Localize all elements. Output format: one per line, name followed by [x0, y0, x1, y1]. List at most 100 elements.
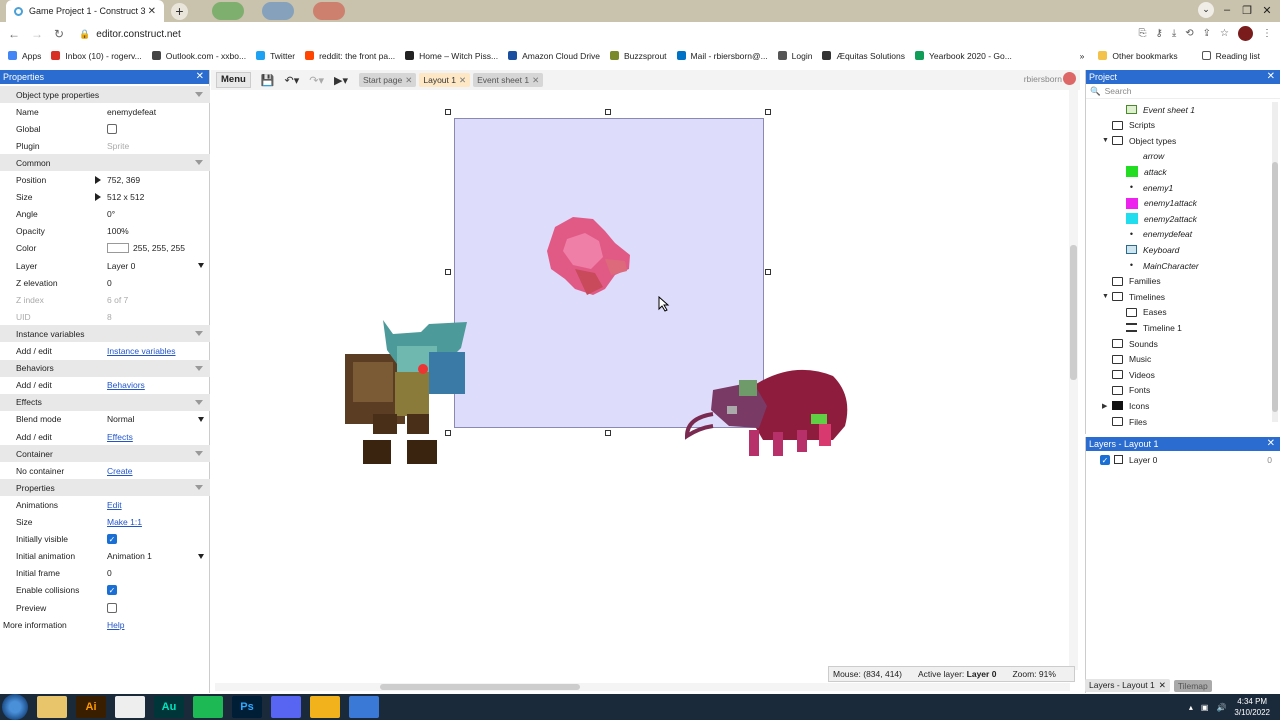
- property-value[interactable]: Sprite: [107, 141, 129, 151]
- property-section[interactable]: Object type properties: [0, 86, 210, 103]
- property-value[interactable]: 752, 369: [95, 175, 140, 185]
- bookmark-item[interactable]: Buzzsprout: [610, 51, 667, 61]
- property-value[interactable]: 100%: [107, 226, 129, 236]
- property-section[interactable]: Behaviors: [0, 359, 210, 377]
- back-icon[interactable]: ←: [8, 27, 20, 41]
- user-avatar[interactable]: [1063, 72, 1076, 85]
- property-value[interactable]: 0: [107, 568, 112, 578]
- project-item[interactable]: • enemy1: [1116, 180, 1173, 195]
- close-window-icon[interactable]: ✕: [1260, 4, 1274, 17]
- project-item[interactable]: Timeline 1: [1116, 320, 1182, 335]
- share-page-icon[interactable]: ⇪: [1203, 28, 1211, 39]
- resize-handle[interactable]: [765, 109, 771, 115]
- property-value[interactable]: 6 of 7: [107, 295, 128, 305]
- share-icon[interactable]: ⎘: [1139, 28, 1147, 39]
- maximize-icon[interactable]: ❐: [1240, 4, 1254, 17]
- spotify-icon[interactable]: [193, 696, 223, 718]
- resize-handle[interactable]: [445, 269, 451, 275]
- key-icon[interactable]: ⚷: [1156, 28, 1163, 39]
- reload-icon[interactable]: ↻: [54, 27, 64, 41]
- vertical-scroll-thumb[interactable]: [1070, 245, 1077, 380]
- construct-icon[interactable]: [310, 696, 340, 718]
- property-link[interactable]: Instance variables: [107, 346, 176, 356]
- property-value[interactable]: Create: [107, 466, 133, 476]
- bottom-panel-tab[interactable]: Tilemap: [1173, 679, 1212, 692]
- browser-tab-active[interactable]: Game Project 1 - Construct 3 ✕: [6, 0, 164, 22]
- browser-menu-icon[interactable]: ⋮: [1262, 28, 1272, 39]
- project-item[interactable]: • enemydefeat: [1116, 227, 1192, 242]
- editor-tab[interactable]: Layout 1 ✕: [419, 73, 471, 87]
- network-icon[interactable]: ▣: [1201, 703, 1209, 712]
- project-item[interactable]: Fonts: [1102, 383, 1150, 398]
- file-explorer-icon[interactable]: [37, 696, 67, 718]
- checkbox[interactable]: [107, 123, 117, 134]
- property-value[interactable]: Edit: [107, 500, 122, 510]
- color-swatch[interactable]: [107, 243, 129, 254]
- dropdown-arrow-icon[interactable]: [198, 263, 204, 268]
- editor-tab[interactable]: Start page ✕: [359, 73, 417, 87]
- layout-canvas[interactable]: [211, 90, 1080, 693]
- bookmark-item[interactable]: Amazon Cloud Drive: [508, 51, 600, 61]
- lock-icon[interactable]: 🔒: [79, 29, 90, 40]
- history-icon[interactable]: ⟲: [1185, 28, 1193, 39]
- resize-handle[interactable]: [445, 109, 451, 115]
- close-tab-icon[interactable]: ✕: [405, 75, 412, 85]
- undo-icon[interactable]: ↶▾: [285, 74, 300, 87]
- url-field[interactable]: editor.construct.net: [96, 29, 181, 40]
- property-value[interactable]: Make 1:1: [107, 517, 142, 527]
- bookmark-item[interactable]: Mail - rbiersborn@...: [676, 51, 768, 61]
- minimize-icon[interactable]: –: [1220, 4, 1234, 16]
- project-item[interactable]: Families: [1102, 274, 1161, 289]
- expand-arrow-icon[interactable]: ▶: [1102, 402, 1112, 410]
- discord-icon[interactable]: [271, 696, 301, 718]
- project-item[interactable]: ▼ Object types: [1102, 133, 1176, 148]
- property-link[interactable]: Make 1:1: [107, 517, 142, 527]
- project-item[interactable]: Scripts: [1102, 118, 1155, 133]
- property-value[interactable]: ✓: [107, 585, 117, 596]
- property-value[interactable]: 255, 255, 255: [107, 243, 185, 254]
- close-tab-icon[interactable]: ✕: [532, 75, 539, 85]
- bookmark-item[interactable]: Outlook.com - xxbo...: [151, 51, 246, 61]
- property-value[interactable]: 8: [107, 312, 112, 322]
- close-tab-icon[interactable]: ✕: [148, 6, 156, 17]
- property-section[interactable]: Properties: [0, 479, 210, 497]
- project-scrollbar[interactable]: [1272, 102, 1278, 422]
- expand-arrow-icon[interactable]: ▼: [1102, 293, 1112, 300]
- property-link[interactable]: Effects: [107, 432, 133, 442]
- bookmark-item[interactable]: Login: [777, 51, 812, 61]
- project-scroll-thumb[interactable]: [1272, 162, 1278, 412]
- close-tab-icon[interactable]: ✕: [1159, 680, 1166, 690]
- project-item[interactable]: enemy2attack: [1116, 211, 1197, 226]
- property-value[interactable]: 512 x 512: [95, 192, 144, 202]
- project-item[interactable]: ▶ Icons: [1102, 398, 1149, 413]
- property-link[interactable]: Behaviors: [107, 380, 145, 390]
- checkbox[interactable]: [107, 602, 117, 613]
- enemy-beetle-sprite[interactable]: [683, 366, 853, 464]
- bookmark-item[interactable]: Home – Witch Piss...: [405, 51, 498, 61]
- lock-icon[interactable]: [1114, 455, 1123, 464]
- project-item[interactable]: enemy1attack: [1116, 196, 1197, 211]
- bookmark-item[interactable]: Inbox (10) - rogerv...: [51, 51, 142, 61]
- preview-play-icon[interactable]: ▶▾: [334, 74, 348, 87]
- project-item[interactable]: Keyboard: [1116, 242, 1179, 257]
- property-link[interactable]: Edit: [107, 500, 122, 510]
- project-item[interactable]: Videos: [1102, 367, 1155, 382]
- other-bookmarks[interactable]: Other bookmarks: [1098, 51, 1178, 61]
- close-tab-icon[interactable]: ✕: [459, 75, 466, 85]
- project-item[interactable]: Eases: [1116, 305, 1167, 320]
- expand-arrow-icon[interactable]: [95, 176, 101, 184]
- horizontal-scroll-thumb[interactable]: [380, 684, 580, 690]
- grid-app-icon[interactable]: [349, 696, 379, 718]
- menu-button[interactable]: Menu: [216, 72, 251, 88]
- property-value[interactable]: Animation 1: [107, 551, 152, 561]
- bookmark-item[interactable]: Yearbook 2020 - Go...: [915, 51, 1012, 61]
- property-value[interactable]: [107, 123, 117, 134]
- project-item[interactable]: • MainCharacter: [1116, 258, 1199, 273]
- property-section[interactable]: Effects: [0, 393, 210, 411]
- vertical-scrollbar[interactable]: [1069, 90, 1078, 670]
- dropdown-arrow-icon[interactable]: [198, 416, 204, 422]
- volume-icon[interactable]: 🔊: [1216, 703, 1226, 712]
- bookmark-item[interactable]: Twitter: [256, 51, 295, 61]
- property-value[interactable]: Normal: [107, 414, 134, 424]
- property-link[interactable]: Create: [107, 466, 133, 476]
